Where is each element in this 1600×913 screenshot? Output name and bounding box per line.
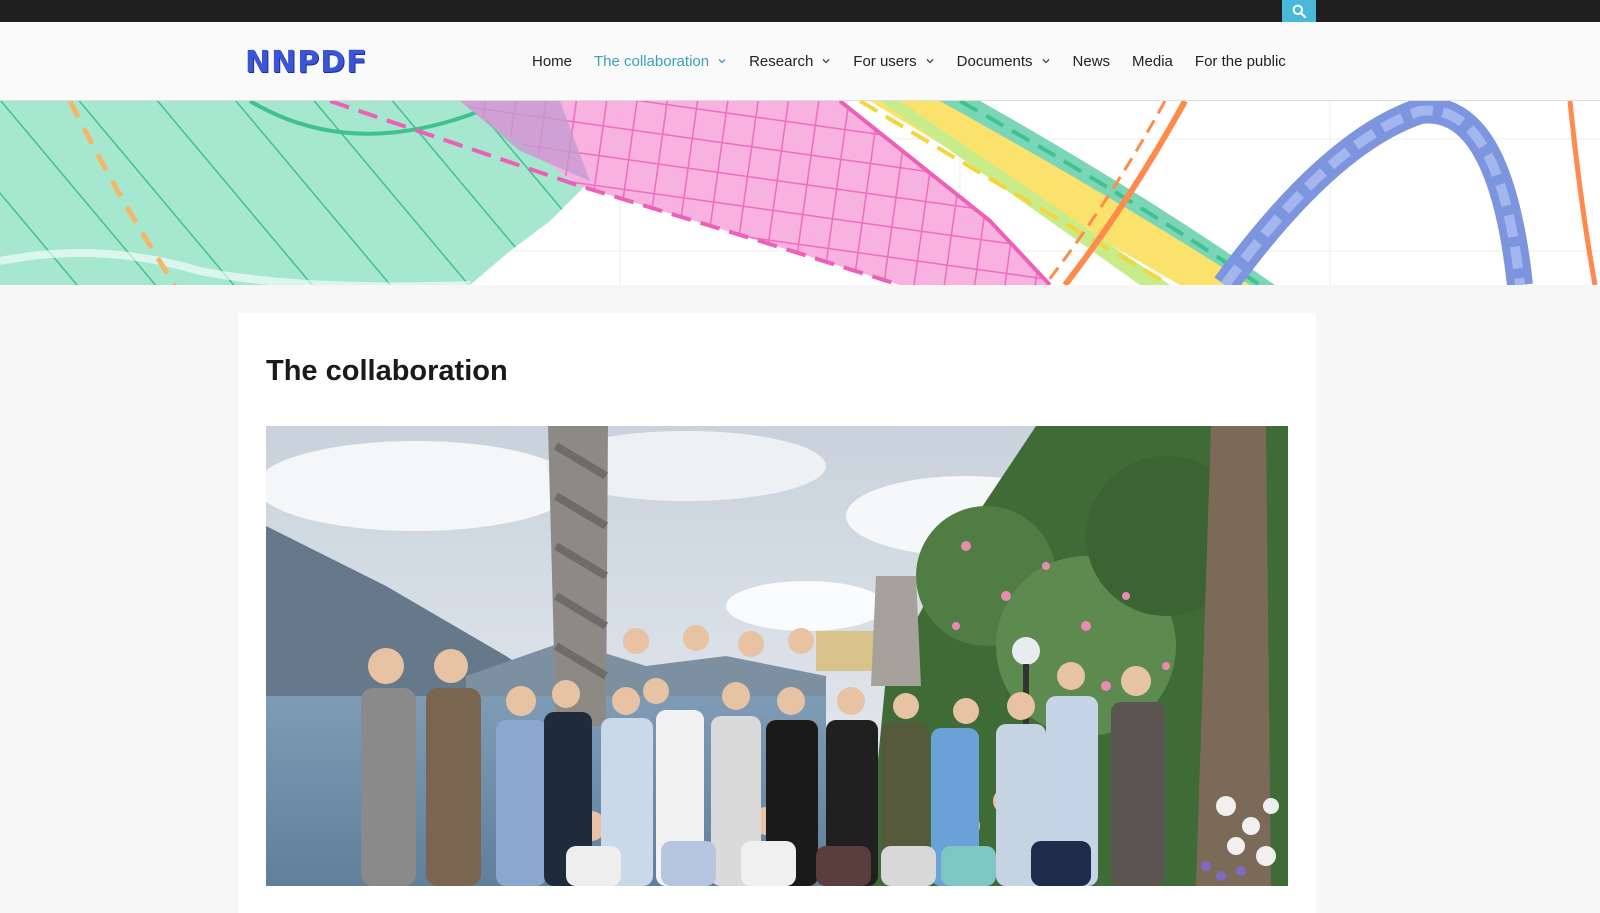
banner-illustration (0, 101, 1600, 285)
nav-item-label: For the public (1194, 52, 1286, 70)
nav-item-research[interactable]: Research (749, 53, 831, 70)
nav-item-label: The collaboration (594, 52, 710, 70)
nav-item-label: Media (1132, 52, 1173, 70)
chevron-down-icon (1042, 59, 1049, 64)
nav-item-for-the-public[interactable]: For the public (1195, 53, 1286, 70)
chevron-down-icon (718, 59, 726, 64)
logo-text: NNPDF (245, 44, 368, 80)
nav-item-label: News (1072, 52, 1111, 70)
nav-item-news[interactable]: News (1073, 53, 1111, 70)
search-button[interactable] (1282, 0, 1316, 22)
header-banner-graphic (0, 101, 1600, 285)
search-icon (1292, 4, 1306, 18)
nav-item-for-users[interactable]: For users (853, 53, 934, 70)
site-logo[interactable]: NNPDF (245, 42, 368, 82)
nav-item-label: Documents (956, 52, 1033, 70)
page-title: The collaboration (266, 355, 508, 387)
nav-item-home[interactable]: Home (532, 53, 572, 70)
nav-item-label: Home (532, 52, 573, 70)
content-card: The collaboration (238, 313, 1316, 913)
nav-item-label: For users (853, 52, 917, 70)
site-header: NNPDF Home The collaboration Research Fo… (0, 22, 1600, 101)
nav-item-documents[interactable]: Documents (957, 53, 1051, 70)
nav-item-label: Research (749, 52, 814, 70)
chevron-down-icon (822, 59, 830, 64)
nav-item-the-collaboration[interactable]: The collaboration (594, 53, 727, 70)
chevron-down-icon (926, 59, 934, 64)
group-photo-illustration (266, 426, 1288, 886)
group-photo (266, 426, 1288, 886)
main-nav: Home The collaboration Research For user… (532, 22, 1308, 100)
nav-item-media[interactable]: Media (1132, 53, 1173, 70)
top-bar (0, 0, 1600, 22)
